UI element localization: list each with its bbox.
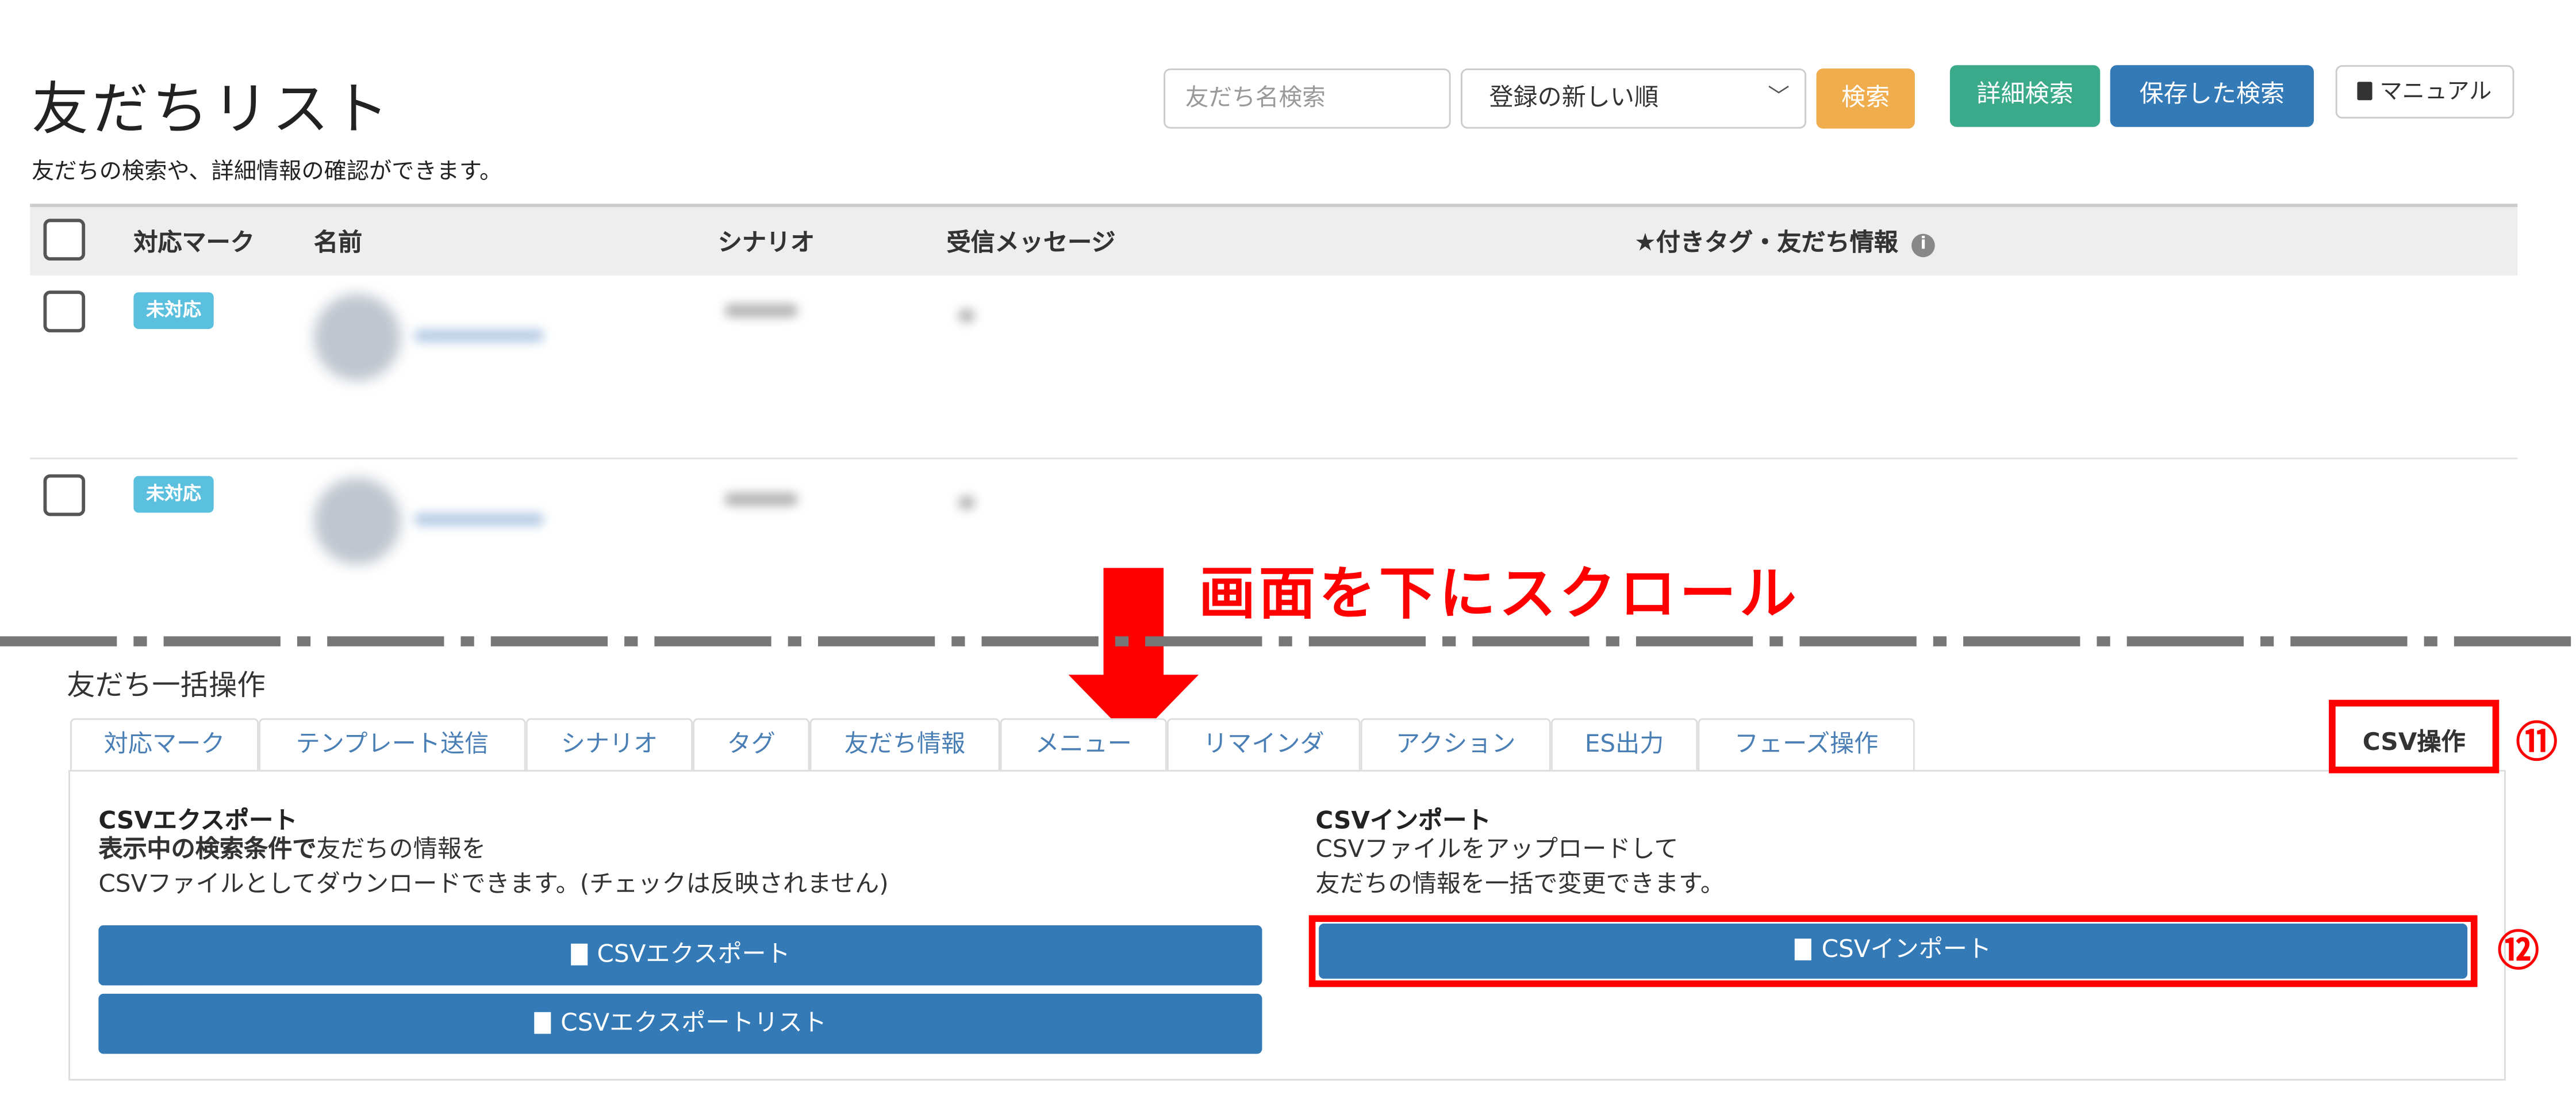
csv-import-button[interactable]: CSVインポート: [1319, 923, 2468, 979]
tab-menu[interactable]: メニュー: [1000, 718, 1167, 772]
tab-reminder[interactable]: リマインダ: [1166, 718, 1361, 772]
manual-label: マニュアル: [2379, 78, 2492, 105]
table-header: 対応マーク 名前 シナリオ 受信メッセージ ★付きタグ・友だち情報 i: [30, 204, 2518, 276]
column-header-tags: ★付きタグ・友だち情報 i: [1634, 224, 1935, 259]
bulk-section-title: 友だち一括操作: [67, 669, 266, 703]
detail-search-button[interactable]: 詳細検索: [1949, 65, 2101, 127]
file-import-icon: [1795, 939, 1812, 960]
csv-import-button-label: CSVインポート: [1821, 937, 1992, 964]
friend-name-search-input[interactable]: 友だち名検索: [1164, 68, 1451, 129]
column-header-name: 名前: [313, 230, 363, 258]
search-button[interactable]: 検索: [1816, 68, 1915, 129]
tab-tag[interactable]: タグ: [693, 718, 810, 772]
chevron-down-icon: ﹀: [1768, 85, 1790, 110]
page-subtitle: 友だちの検索や、詳細情報の確認ができます。: [32, 158, 502, 186]
avatar: [313, 294, 401, 381]
csv-export-button-label: CSVエクスポート: [597, 941, 790, 969]
status-badge[interactable]: 未対応: [133, 476, 214, 513]
friend-name[interactable]: [414, 329, 544, 343]
tab-friend-info[interactable]: 友だち情報: [809, 718, 1000, 772]
select-all-checkbox[interactable]: [43, 219, 86, 261]
tab-template-send[interactable]: テンプレート送信: [259, 718, 526, 772]
column-header-scenario: シナリオ: [717, 230, 815, 258]
csv-export-desc-rest: 友だちの情報を: [316, 836, 486, 864]
tags-header-label: ★付きタグ・友だち情報: [1634, 230, 1898, 258]
csv-export-desc-bold: 表示中の検索条件で: [98, 836, 317, 864]
avatar: [313, 477, 401, 565]
csv-export-list-button-label: CSVエクスポートリスト: [560, 1010, 827, 1038]
tab-scenario[interactable]: シナリオ: [525, 718, 693, 772]
column-header-status: 対応マーク: [133, 230, 255, 258]
tab-status-mark[interactable]: 対応マーク: [70, 718, 259, 772]
scenario-value: [724, 304, 798, 317]
row-checkbox[interactable]: [43, 474, 86, 516]
csv-import-desc-line1: CSVファイルをアップロードして: [1315, 836, 1679, 864]
csv-import-desc-line2: 友だちの情報を一括で変更できます。: [1315, 871, 1725, 899]
tab-csv-operation-label: CSV操作: [2362, 730, 2466, 757]
file-export-icon: [570, 943, 588, 966]
csv-export-button[interactable]: CSVエクスポート: [98, 925, 1262, 986]
status-badge[interactable]: 未対応: [133, 292, 214, 330]
marker-11: ⑪: [2516, 718, 2558, 767]
sort-select[interactable]: 登録の新しい順 ﹀: [1461, 68, 1807, 129]
saved-search-button[interactable]: 保存した検索: [2110, 65, 2314, 127]
csv-export-list-button[interactable]: CSVエクスポートリスト: [98, 993, 1262, 1054]
down-arrow-icon: [1068, 568, 1199, 742]
csv-export-heading: CSVエクスポート: [98, 808, 298, 835]
tab-es-output[interactable]: ES出力: [1550, 718, 1698, 772]
csv-export-desc-line2: CSVファイルとしてダウンロードできます。(チェックは反映されません): [98, 871, 889, 899]
message-value: [958, 496, 975, 510]
csv-export-desc-line1: 表示中の検索条件で友だちの情報を: [98, 833, 486, 868]
tab-action[interactable]: アクション: [1360, 718, 1551, 772]
csv-import-heading: CSVインポート: [1315, 808, 1491, 835]
info-icon[interactable]: i: [1911, 233, 1935, 258]
sort-select-value: 登録の新しい順: [1489, 85, 1659, 112]
scenario-value: [724, 492, 798, 506]
manual-button[interactable]: マニュアル: [2335, 65, 2514, 119]
marker-12: ⑫: [2497, 927, 2540, 975]
file-export-icon: [533, 1012, 551, 1034]
column-header-received-message: 受信メッセージ: [946, 230, 1116, 258]
friend-name[interactable]: [414, 512, 544, 526]
row-checkbox[interactable]: [43, 290, 86, 332]
scroll-down-annotation: 画面を下にスクロール: [1199, 561, 1800, 628]
tab-phase[interactable]: フェーズ操作: [1698, 718, 1915, 772]
page-title: 友だちリスト: [32, 76, 393, 144]
book-icon: [2358, 82, 2373, 101]
message-value: [958, 309, 975, 323]
scroll-separator: [0, 636, 2576, 646]
table-row[interactable]: 未対応: [30, 275, 2517, 459]
